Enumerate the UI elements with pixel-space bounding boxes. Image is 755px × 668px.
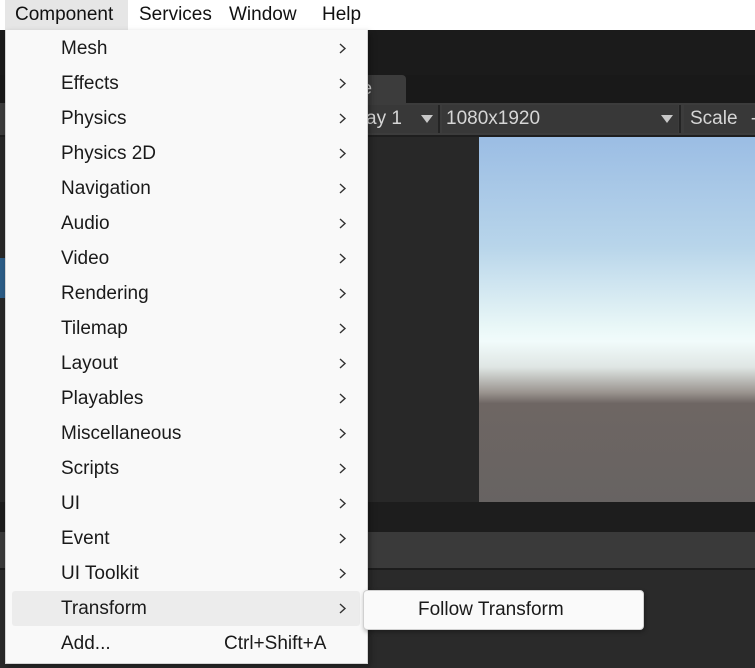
resolution-dropdown[interactable]: 1080x1920 — [442, 105, 678, 133]
resolution-dropdown-value: 1080x1920 — [446, 108, 541, 129]
menu-item-mesh[interactable]: Mesh — [12, 31, 360, 66]
resolution-dropdown-arrow-icon — [661, 115, 673, 123]
menu-component[interactable]: Component — [5, 0, 128, 30]
menu-item-label: Effects — [61, 73, 119, 94]
display-dropdown-arrow-icon — [421, 115, 433, 123]
chevron-right-icon — [339, 498, 347, 509]
chevron-right-icon — [339, 533, 347, 544]
chevron-right-icon — [339, 463, 347, 474]
menu-bar: Component Services Window Help — [0, 0, 755, 30]
chevron-right-icon — [339, 393, 347, 404]
chevron-right-icon — [339, 218, 347, 229]
menu-item-audio[interactable]: Audio — [12, 206, 360, 241]
menu-item-miscellaneous[interactable]: Miscellaneous — [12, 416, 360, 451]
menu-item-label: Tilemap — [61, 318, 128, 339]
component-menu-dropdown: Mesh Effects Physics Physics 2D Navigati… — [5, 30, 368, 664]
menu-item-playables[interactable]: Playables — [12, 381, 360, 416]
toolbar-separator — [438, 105, 440, 133]
menu-item-add[interactable]: Add... Ctrl+Shift+A — [12, 626, 360, 661]
menu-item-label: Layout — [61, 353, 119, 374]
menu-item-label: Miscellaneous — [61, 423, 182, 444]
chevron-right-icon — [339, 78, 347, 89]
menu-item-label: Physics — [61, 108, 127, 129]
menu-item-label: Video — [61, 248, 110, 269]
menu-item-scripts[interactable]: Scripts — [12, 451, 360, 486]
menu-window[interactable]: Window — [219, 0, 307, 30]
menu-help[interactable]: Help — [312, 0, 371, 30]
menu-item-effects[interactable]: Effects — [12, 66, 360, 101]
transform-submenu: Follow Transform — [363, 590, 644, 630]
menu-item-label: Add... — [61, 633, 111, 654]
menu-item-label: UI — [61, 493, 80, 514]
chevron-right-icon — [339, 358, 347, 369]
menu-item-physics-2d[interactable]: Physics 2D — [12, 136, 360, 171]
menu-item-label: Navigation — [61, 178, 151, 199]
menu-item-label: Rendering — [61, 283, 149, 304]
scale-label: Scale — [690, 108, 738, 129]
menu-item-ui-toolkit[interactable]: UI Toolkit — [12, 556, 360, 591]
game-view-render — [479, 137, 755, 502]
scale-slider[interactable]: Scale - — [684, 105, 755, 133]
menu-services[interactable]: Services — [129, 0, 222, 30]
menu-item-label: Playables — [61, 388, 144, 409]
menu-item-ui[interactable]: UI — [12, 486, 360, 521]
menu-item-rendering[interactable]: Rendering — [12, 276, 360, 311]
menu-item-follow-transform[interactable]: Follow Transform — [418, 591, 564, 629]
chevron-right-icon — [339, 253, 347, 264]
chevron-right-icon — [339, 113, 347, 124]
chevron-right-icon — [339, 323, 347, 334]
chevron-right-icon — [339, 183, 347, 194]
menu-item-label: Scripts — [61, 458, 120, 479]
chevron-right-icon — [339, 603, 347, 614]
display-dropdown-value: ay 1 — [366, 108, 402, 129]
menu-item-event[interactable]: Event — [12, 521, 360, 556]
chevron-right-icon — [339, 428, 347, 439]
menu-item-video[interactable]: Video — [12, 241, 360, 276]
menu-item-tilemap[interactable]: Tilemap — [12, 311, 360, 346]
menu-item-transform[interactable]: Transform — [12, 591, 360, 626]
menu-item-label: Transform — [61, 598, 147, 619]
menu-item-label: Physics 2D — [61, 143, 157, 164]
menu-item-shortcut: Ctrl+Shift+A — [224, 633, 327, 654]
menu-item-label: Mesh — [61, 38, 108, 59]
menu-item-navigation[interactable]: Navigation — [12, 171, 360, 206]
toolbar-separator — [679, 105, 681, 133]
menu-item-label: UI Toolkit — [61, 563, 139, 584]
chevron-right-icon — [339, 148, 347, 159]
menu-item-label: Audio — [61, 213, 110, 234]
scale-slider-handle: - — [751, 108, 755, 129]
menu-item-physics[interactable]: Physics — [12, 101, 360, 136]
chevron-right-icon — [339, 568, 347, 579]
menu-item-layout[interactable]: Layout — [12, 346, 360, 381]
menu-item-label: Event — [61, 528, 110, 549]
chevron-right-icon — [339, 43, 347, 54]
chevron-right-icon — [339, 288, 347, 299]
